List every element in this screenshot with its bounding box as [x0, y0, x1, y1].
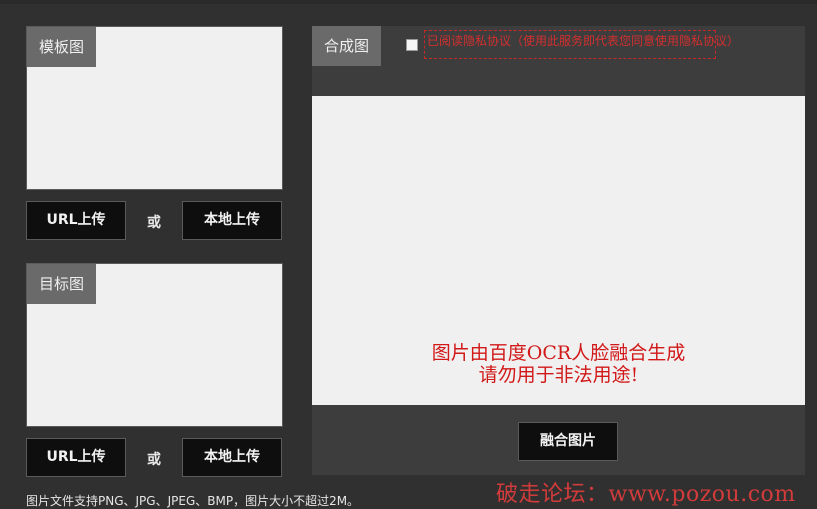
target-or-label: 或 — [147, 452, 161, 468]
result-image-area: 图片由百度OCR人脸融合生成 请勿用于非法用途! — [312, 96, 805, 405]
template-image-panel[interactable]: 模板图 — [26, 26, 283, 190]
target-image-panel[interactable]: 目标图 — [26, 263, 283, 427]
template-url-upload-button[interactable]: URL上传 — [26, 201, 126, 240]
file-format-note: 图片文件支持PNG、JPG、JPEG、BMP，图片大小不超过2M。 — [26, 494, 360, 508]
target-url-upload-button[interactable]: URL上传 — [26, 438, 126, 477]
agreement-notice[interactable]: 已阅读隐私协议（使用此服务即代表您同意使用隐私协议） — [424, 30, 739, 59]
top-bar — [0, 0, 817, 4]
result-panel: 合成图 已阅读隐私协议（使用此服务即代表您同意使用隐私协议） 图片由百度OCR人… — [312, 26, 805, 475]
agreement-notice-text: 已阅读隐私协议（使用此服务即代表您同意使用隐私协议） — [427, 34, 740, 48]
result-tag: 合成图 — [312, 26, 381, 66]
result-message-line1: 图片由百度OCR人脸融合生成 — [431, 342, 686, 364]
agreement-checkbox[interactable] — [406, 39, 418, 51]
merge-image-button[interactable]: 融合图片 — [518, 422, 618, 461]
template-local-upload-button[interactable]: 本地上传 — [182, 201, 282, 240]
template-image-tag: 模板图 — [27, 27, 97, 67]
result-message-line2: 请勿用于非法用途! — [478, 364, 639, 386]
result-message: 图片由百度OCR人脸融合生成 请勿用于非法用途! — [312, 342, 805, 386]
watermark: 破走论坛：www.pozou.com — [496, 482, 796, 507]
template-or-label: 或 — [147, 215, 161, 231]
target-local-upload-button[interactable]: 本地上传 — [182, 438, 282, 477]
target-image-tag: 目标图 — [27, 264, 97, 304]
